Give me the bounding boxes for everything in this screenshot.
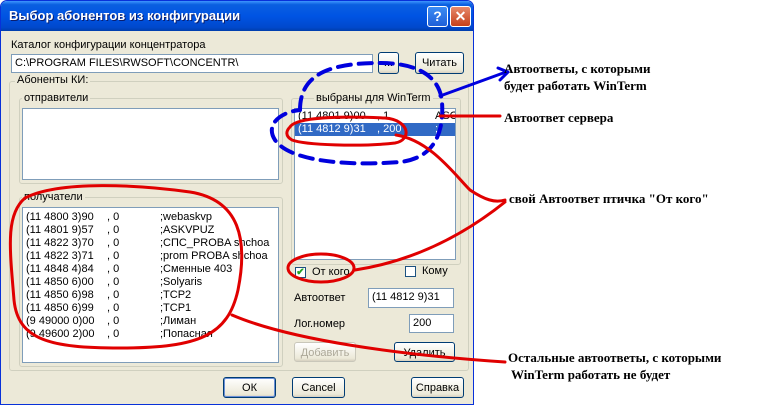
help-icon[interactable]: ? (427, 6, 448, 27)
annotation-rest-line2: WinTerm работать не будет (511, 367, 671, 382)
from-checkbox[interactable]: ✔ (295, 267, 306, 278)
autoanswer-field[interactable]: (11 4812 9)31 (368, 288, 454, 308)
recipient-name: ;ASKVPUZ (160, 224, 215, 236)
recipient-name: ;Solyaris (160, 276, 203, 288)
title-bar[interactable]: Выбор абонентов из конфигурации ? ✕ (1, 1, 473, 31)
recipient-addr: (11 4800 3)90 (26, 211, 94, 223)
recipient-row[interactable]: (11 4848 4)84 , 0 ;Сменные 403 (23, 263, 278, 276)
delete-button[interactable]: Удалить (394, 342, 455, 362)
selected-list[interactable]: (11 4801 9)00 , 1 ASOUP (11 4812 9)31 , 200; (294, 108, 456, 260)
senders-label: отправители (22, 92, 91, 104)
lognum-field[interactable]: 200 (409, 314, 454, 333)
annotation-server: Автоответ сервера (504, 110, 614, 125)
recipient-row[interactable]: (11 4800 3)90 , 0 ;webaskvp (23, 211, 278, 224)
recipient-row[interactable]: (11 4822 3)71 , 0 ;prom PROBA shchoa (23, 250, 278, 263)
recipient-name: ;Попасная (160, 328, 213, 340)
read-button[interactable]: Читать (415, 52, 464, 74)
recipient-row[interactable]: (11 4850 6)00 , 0 ;Solyaris (23, 276, 278, 289)
recipient-n: , 0 (107, 237, 120, 249)
catalog-path-field[interactable]: C:\PROGRAM FILES\RWSOFT\CONCENTR\ (11, 54, 373, 73)
selected-n: , 1 (377, 110, 390, 122)
add-button[interactable]: Добавить (294, 342, 356, 362)
recipient-row[interactable]: (11 4850 6)98 , 0 ;TCP2 (23, 289, 278, 302)
recipient-name: ;Сменные 403 (160, 263, 233, 275)
recipient-addr: (11 4848 4)84 (26, 263, 94, 275)
recipient-addr: (11 4850 6)98 (26, 289, 94, 301)
annotation-autoanswers-line2: будет работать WinTerm (504, 78, 647, 93)
recipient-name: ;webaskvp (160, 211, 212, 223)
selected-addr: (11 4801 9)00 (298, 110, 366, 122)
recipient-name: ;СПС_PROBA shchoa (160, 237, 270, 249)
subscribers-group-label: Абоненты КИ: (15, 74, 91, 86)
recipient-row[interactable]: (11 4850 6)99 , 0 ;TCP1 (23, 302, 278, 315)
recipient-n: , 0 (107, 315, 120, 327)
cancel-button[interactable]: Cancel (292, 377, 345, 398)
recipient-addr: (9 49000 0)00 (26, 315, 95, 327)
dialog-window: Выбор абонентов из конфигурации ? ✕ Ката… (0, 0, 474, 405)
close-icon[interactable]: ✕ (450, 6, 471, 27)
browse-button[interactable]: ... (378, 52, 399, 74)
annotation-rest: Остальные автоответы, с которыми WinTerm… (508, 349, 721, 383)
from-label: От кого (312, 266, 350, 278)
autoanswer-label: Автоответ (294, 292, 346, 304)
selected-addr: (11 4812 9)31 (298, 123, 366, 135)
recipient-n: , 0 (107, 328, 120, 340)
recipient-row[interactable]: (11 4822 3)70 , 0 ;СПС_PROBA shchoa (23, 237, 278, 250)
annotation-autoanswers: Автоответы, с которыми будет работать Wi… (504, 60, 650, 94)
recipient-name: ;prom PROBA shchoa (160, 250, 268, 262)
ok-button[interactable]: ОК (223, 377, 276, 398)
annotation-autoanswers-line1: Автоответы, с которыми (504, 61, 651, 76)
selected-row[interactable]: (11 4801 9)00 , 1 ASOUP (295, 110, 455, 123)
recipients-label: получатели (22, 191, 85, 203)
recipient-addr: (11 4822 3)71 (26, 250, 94, 262)
recipient-n: , 0 (107, 250, 120, 262)
selected-row[interactable]: (11 4812 9)31 , 200; (295, 123, 455, 136)
recipient-addr: (11 4850 6)00 (26, 276, 94, 288)
recipient-n: , 0 (107, 276, 120, 288)
to-label: Кому (422, 265, 448, 277)
recipient-name: ;Лиман (160, 315, 197, 327)
annotation-rest-line1: Остальные автоответы, с которыми (508, 350, 722, 365)
recipient-addr: (9 49600 2)00 (26, 328, 95, 340)
recipient-addr: (11 4850 6)99 (26, 302, 94, 314)
selected-n: , 200 (377, 123, 402, 135)
recipient-row[interactable]: (11 4801 9)57 , 0 ;ASKVPUZ (23, 224, 278, 237)
recipient-n: , 0 (107, 302, 120, 314)
recipient-n: , 0 (107, 289, 120, 301)
selected-name: ASOUP (435, 110, 455, 122)
recipient-addr: (11 4801 9)57 (26, 224, 94, 236)
recipient-name: ;TCP1 (160, 302, 192, 314)
annotation-own: свой Автоответ птичка "От кого" (509, 191, 709, 206)
recipient-addr: (11 4822 3)70 (26, 237, 94, 249)
window-title: Выбор абонентов из конфигурации (9, 8, 241, 23)
to-checkbox[interactable] (405, 266, 416, 277)
recipient-name: ;TCP2 (160, 289, 192, 301)
selected-label: выбраны для WinTerm (314, 92, 433, 104)
help-button[interactable]: Справка (411, 377, 464, 398)
senders-list[interactable] (22, 108, 279, 180)
recipient-row[interactable]: (9 49600 2)00 , 0 ;Попасная (23, 328, 278, 341)
recipient-row[interactable]: (9 49000 0)00 , 0 ;Лиман (23, 315, 278, 328)
selected-name: ; (435, 123, 439, 135)
catalog-label: Каталог конфигурации концентратора (11, 39, 206, 51)
recipients-list[interactable]: (11 4800 3)90 , 0 ;webaskvp (11 4801 9)57 , … (22, 207, 279, 363)
lognum-label: Лог.номер (294, 318, 346, 330)
recipient-n: , 0 (107, 263, 120, 275)
recipient-n: , 0 (107, 224, 120, 236)
recipient-n: , 0 (107, 211, 120, 223)
